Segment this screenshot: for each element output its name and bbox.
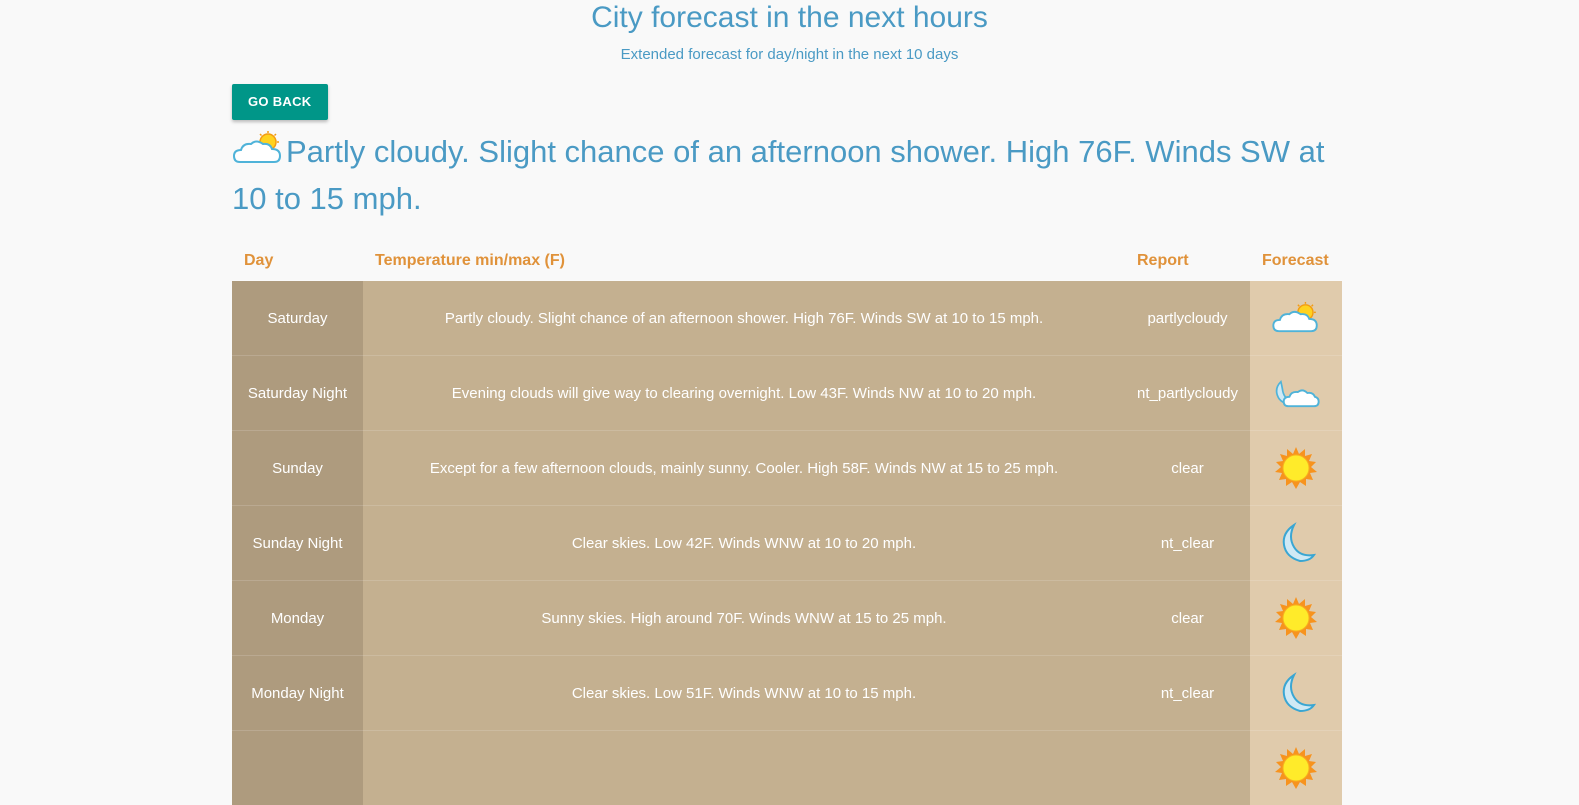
moon-icon [1262, 521, 1330, 565]
forecast-table-body: SaturdayPartly cloudy. Slight chance of … [232, 281, 1342, 805]
night-partly-cloudy-icon [1262, 376, 1330, 410]
row-description [363, 731, 1125, 805]
go-back-button[interactable]: GO BACK [232, 84, 328, 120]
sun-icon [1262, 446, 1330, 490]
row-day: Monday [232, 581, 363, 656]
page-subtitle: Extended forecast for day/night in the n… [0, 44, 1579, 66]
row-description: Evening clouds will give way to clearing… [363, 356, 1125, 431]
column-header-forecast: Forecast [1250, 242, 1342, 281]
row-forecast [1250, 431, 1342, 506]
table-row: MondaySunny skies. High around 70F. Wind… [232, 581, 1342, 656]
page-title: City forecast in the next hours [0, 0, 1579, 36]
row-report: nt_clear [1125, 656, 1250, 731]
table-row: SaturdayPartly cloudy. Slight chance of … [232, 281, 1342, 356]
table-row: Saturday NightEvening clouds will give w… [232, 356, 1342, 431]
row-description: Except for a few afternoon clouds, mainl… [363, 431, 1125, 506]
row-forecast [1250, 281, 1342, 356]
row-report: clear [1125, 431, 1250, 506]
row-forecast [1250, 731, 1342, 805]
row-report [1125, 731, 1250, 805]
forecast-table: Day Temperature min/max (F) Report Forec… [232, 242, 1342, 805]
row-description: Partly cloudy. Slight chance of an after… [363, 281, 1125, 356]
row-description: Sunny skies. High around 70F. Winds WNW … [363, 581, 1125, 656]
row-report: partlycloudy [1125, 281, 1250, 356]
main-content: GO BACK Partly cloudy. Slight chance of … [232, 84, 1342, 805]
row-description: Clear skies. Low 51F. Winds WNW at 10 to… [363, 656, 1125, 731]
partly-cloudy-icon [232, 130, 284, 166]
column-header-temperature: Temperature min/max (F) [363, 242, 1125, 281]
sun-icon [1262, 596, 1330, 640]
table-header-row: Day Temperature min/max (F) Report Forec… [232, 242, 1342, 281]
partly-cloudy-icon [1262, 301, 1330, 335]
row-report: nt_clear [1125, 506, 1250, 581]
table-row: Sunday NightClear skies. Low 42F. Winds … [232, 506, 1342, 581]
row-day: Sunday [232, 431, 363, 506]
row-day [232, 731, 363, 805]
row-forecast [1250, 356, 1342, 431]
table-row: Monday NightClear skies. Low 51F. Winds … [232, 656, 1342, 731]
column-header-report: Report [1125, 242, 1250, 281]
page-header: City forecast in the next hours Extended… [0, 0, 1579, 66]
row-day: Saturday [232, 281, 363, 356]
row-forecast [1250, 656, 1342, 731]
column-header-day: Day [232, 242, 363, 281]
row-day: Sunday Night [232, 506, 363, 581]
row-description: Clear skies. Low 42F. Winds WNW at 10 to… [363, 506, 1125, 581]
table-row [232, 731, 1342, 805]
row-day: Saturday Night [232, 356, 363, 431]
row-day: Monday Night [232, 656, 363, 731]
row-report: nt_partlycloudy [1125, 356, 1250, 431]
row-forecast [1250, 581, 1342, 656]
moon-icon [1262, 671, 1330, 715]
headline-text: Partly cloudy. Slight chance of an after… [232, 134, 1324, 216]
current-forecast-headline: Partly cloudy. Slight chance of an after… [232, 128, 1342, 222]
row-report: clear [1125, 581, 1250, 656]
row-forecast [1250, 506, 1342, 581]
sun-icon [1262, 746, 1330, 790]
table-row: SundayExcept for a few afternoon clouds,… [232, 431, 1342, 506]
